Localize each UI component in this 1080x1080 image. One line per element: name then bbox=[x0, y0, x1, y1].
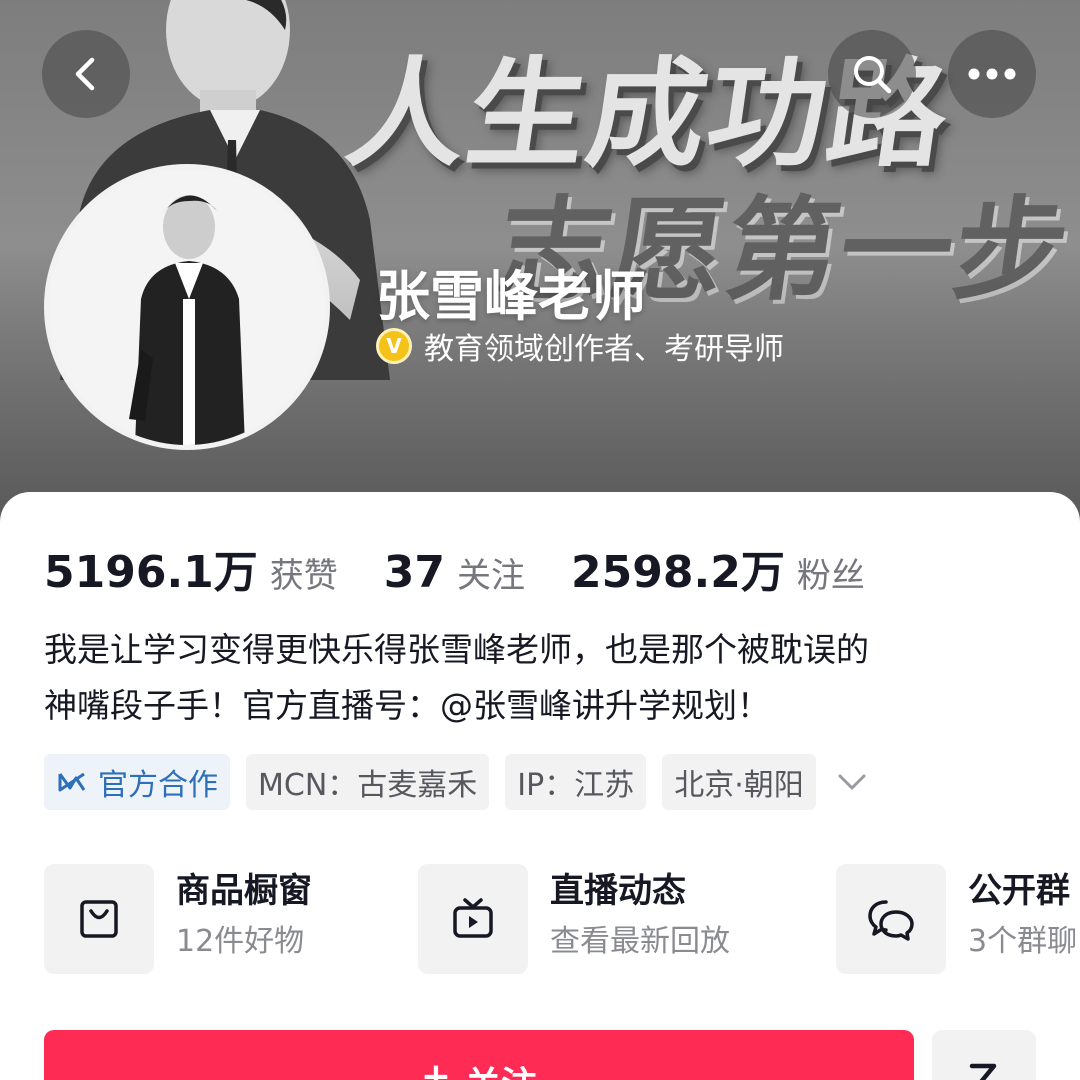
more-dots-icon bbox=[968, 68, 1016, 80]
stat-followers-label: 粉丝 bbox=[796, 556, 865, 596]
feature-public-group[interactable]: 公开群 3个群聊 bbox=[836, 864, 1077, 974]
tag-ip[interactable]: IP：江苏 bbox=[505, 754, 647, 810]
tags-row: 官方合作 MCN：古麦嘉禾 IP：江苏 北京·朝阳 bbox=[44, 754, 868, 810]
stat-following-value: 37 bbox=[383, 547, 446, 598]
verification-row: V 教育领域创作者、考研导师 bbox=[376, 326, 784, 367]
chevron-left-icon bbox=[75, 57, 95, 91]
profile-name: 张雪峰老师 bbox=[376, 265, 646, 328]
stat-followers-value: 2598.2万 bbox=[571, 547, 785, 598]
avatar-person-image bbox=[49, 169, 325, 445]
bio-line2: 神嘴段子手！官方直播号：@张雪峰讲升学规划！ bbox=[44, 686, 770, 725]
bio: 我是让学习变得更快乐得张雪峰老师，也是那个被耽误的 神嘴段子手！官方直播号：@张… bbox=[44, 622, 1044, 734]
tag-official-cooperation[interactable]: 官方合作 bbox=[44, 754, 230, 810]
bio-line1: 我是让学习变得更快乐得张雪峰老师，也是那个被耽误的 bbox=[44, 630, 869, 669]
tv-icon bbox=[453, 898, 493, 938]
back-button[interactable] bbox=[42, 30, 130, 118]
more-button[interactable] bbox=[948, 30, 1036, 118]
avatar[interactable] bbox=[44, 164, 330, 450]
chat-bubbles-icon bbox=[868, 900, 914, 941]
feature-shop-subtitle: 12件好物 bbox=[176, 924, 305, 959]
features-row: 商品橱窗 12件好物 直播动态 查看最新回放 公开群 3个群聊 bbox=[44, 864, 1080, 974]
recommend-toggle-button[interactable] bbox=[932, 1030, 1036, 1080]
stat-following-label: 关注 bbox=[457, 556, 526, 596]
feature-group-title: 公开群 bbox=[968, 871, 1070, 911]
tag-mcn[interactable]: MCN：古麦嘉禾 bbox=[246, 754, 490, 810]
search-button[interactable] bbox=[828, 30, 916, 118]
feature-live-icon-box bbox=[418, 864, 528, 974]
verified-badge-icon: V bbox=[376, 328, 412, 364]
verification-text: 教育领域创作者、考研导师 bbox=[424, 332, 784, 367]
verified-badge-letter: V bbox=[386, 334, 402, 358]
follow-button[interactable]: + 关注 bbox=[44, 1030, 914, 1080]
chevron-up-icon bbox=[969, 1063, 997, 1080]
stats-row: 5196.1万 获赞 37 关注 2598.2万 粉丝 bbox=[44, 536, 911, 598]
search-icon bbox=[854, 56, 892, 94]
tag-official-label: 官方合作 bbox=[98, 768, 218, 803]
stat-likes-value: 5196.1万 bbox=[44, 547, 258, 598]
feature-live[interactable]: 直播动态 查看最新回放 bbox=[418, 864, 730, 974]
feature-group-subtitle: 3个群聊 bbox=[968, 924, 1078, 959]
feature-shop-title: 商品橱窗 bbox=[176, 871, 312, 911]
chevron-down-icon bbox=[838, 774, 866, 790]
stat-likes-label: 获赞 bbox=[269, 556, 338, 596]
stat-followers[interactable]: 2598.2万 粉丝 bbox=[571, 536, 865, 600]
feature-shop-window[interactable]: 商品橱窗 12件好物 bbox=[44, 864, 312, 974]
feature-live-text: 直播动态 查看最新回放 bbox=[550, 868, 730, 970]
feature-shop-icon-box bbox=[44, 864, 154, 974]
stat-likes[interactable]: 5196.1万 获赞 bbox=[44, 536, 338, 600]
profile-card: 5196.1万 获赞 37 关注 2598.2万 粉丝 我是让学习变得更快乐得张… bbox=[0, 492, 1080, 1080]
plus-icon: + bbox=[420, 1056, 452, 1080]
tag-location[interactable]: 北京·朝阳 bbox=[662, 754, 816, 810]
feature-group-icon-box bbox=[836, 864, 946, 974]
handshake-icon bbox=[58, 772, 86, 792]
tags-expand-button[interactable] bbox=[836, 766, 868, 798]
feature-group-text: 公开群 3个群聊 bbox=[968, 868, 1077, 970]
feature-live-title: 直播动态 bbox=[550, 871, 686, 911]
shopping-bag-icon bbox=[80, 900, 118, 938]
stat-following[interactable]: 37 关注 bbox=[384, 547, 525, 598]
follow-label: 关注 bbox=[465, 1056, 537, 1080]
feature-shop-text: 商品橱窗 12件好物 bbox=[176, 868, 312, 970]
feature-live-subtitle: 查看最新回放 bbox=[550, 924, 730, 959]
